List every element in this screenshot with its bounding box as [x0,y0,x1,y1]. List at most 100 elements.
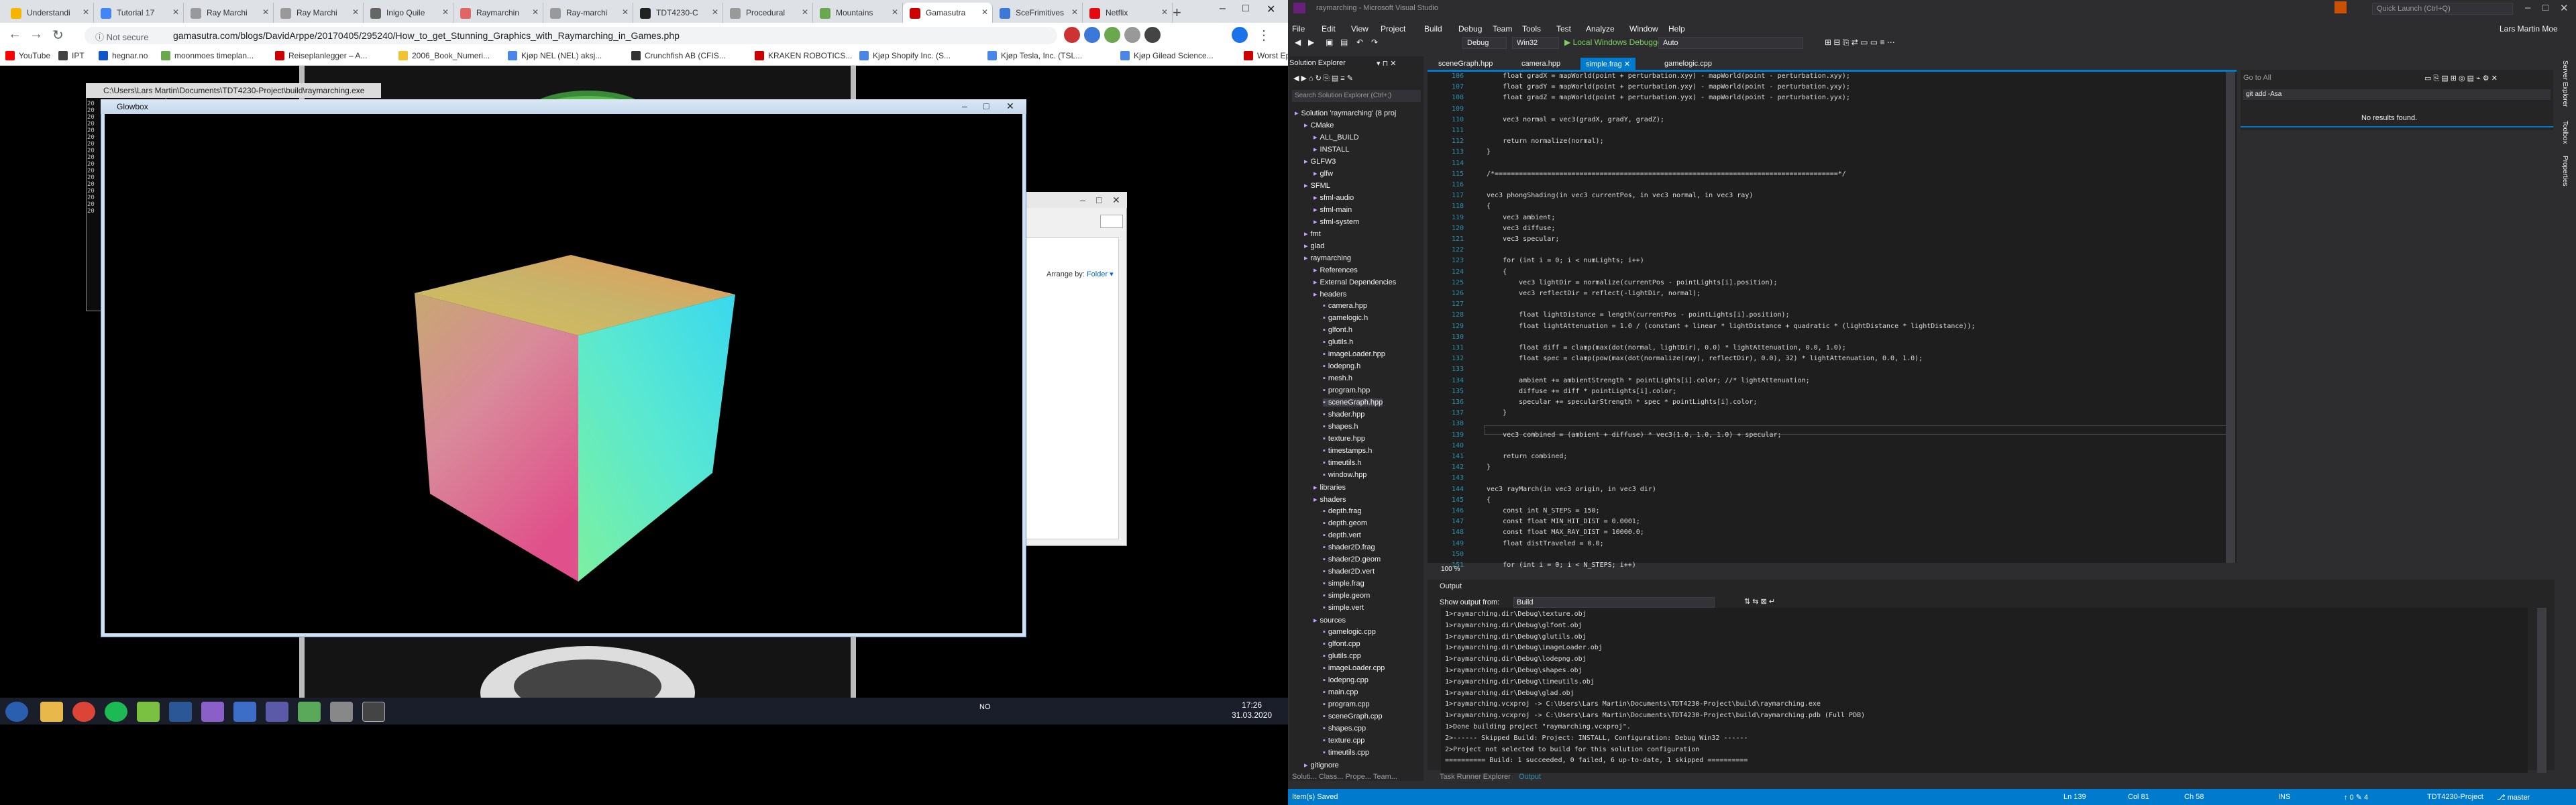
solution-item[interactable]: ▪ simple.frag [1323,580,1364,588]
solution-item[interactable]: ▪ timestamps.h [1323,447,1372,455]
editor-tab[interactable]: camera.hpp [1516,58,1566,70]
solution-item[interactable]: ▪ program.cpp [1323,700,1370,708]
solution-item[interactable]: ▪ timeutils.h [1323,459,1361,467]
browser-tab[interactable]: Understandi ✕ [4,3,94,23]
visual-studio-icon[interactable] [201,702,224,722]
close-button[interactable]: ✕ [1267,3,1275,16]
browser-tab[interactable]: Netflix ✕ [1083,3,1173,23]
reload-icon[interactable]: ↻ [52,27,64,44]
solution-item[interactable]: ▸ sfml-system [1313,217,1359,226]
solution-item[interactable]: ▸ raymarching [1304,254,1351,262]
solution-item[interactable]: ▸ glad [1304,241,1324,250]
browser-tab[interactable]: Ray-marchi ✕ [543,3,633,23]
save-icon[interactable]: ▣ [1326,38,1333,47]
solution-item[interactable]: ▪ lodepng.cpp [1323,676,1368,684]
output-source-select[interactable]: Build [1513,597,1715,608]
browser-tab[interactable]: Gamasutra ✕ [903,3,993,23]
solution-item[interactable]: ▪ mesh.h [1323,374,1352,382]
menu-build[interactable]: Build [1424,24,1442,34]
bookmark[interactable]: KRAKEN ROBOTICS... [755,51,852,60]
tab-close-icon[interactable]: ✕ [622,7,629,17]
bookmark[interactable]: IPT [58,51,85,60]
solution-item[interactable]: ▪ depth.geom [1323,519,1367,527]
browser-tab[interactable]: Tutorial 17 ✕ [94,3,184,23]
app-icon[interactable] [330,702,353,722]
solution-item[interactable]: ▸ libraries [1313,483,1346,492]
minimize-button[interactable]: – [2525,2,2530,13]
editor-tab[interactable]: simple.frag ✕ [1580,58,1636,70]
menu-view[interactable]: View [1351,24,1368,34]
close-button[interactable]: ✕ [1112,195,1120,206]
console-app-icon[interactable] [362,702,385,722]
solution-item[interactable]: ▪ main.cpp [1323,688,1358,696]
solution-item[interactable]: ▸ External Dependencies [1313,278,1396,286]
solution-item[interactable]: ▪ depth.vert [1323,531,1361,539]
configuration-select[interactable]: Debug [1462,37,1507,49]
tab-close-icon[interactable]: ✕ [1161,7,1168,17]
menu-file[interactable]: File [1292,24,1305,34]
tab-close-icon[interactable]: ✕ [712,7,718,17]
editor-scrollbar[interactable] [2226,72,2235,563]
solution-item[interactable]: ▪ shader2D.vert [1323,568,1375,576]
language-indicator[interactable]: NO [979,703,991,711]
minimize-button[interactable]: – [1220,3,1226,15]
extension-icon[interactable] [1124,27,1140,43]
minimize-button[interactable]: – [962,101,967,111]
quick-launch-input[interactable]: Quick Launch (Ctrl+Q) [2372,3,2513,15]
app-icon[interactable] [298,702,321,722]
menu-help[interactable]: Help [1668,24,1685,34]
clock[interactable]: 17:26 31.03.2020 [1232,700,1272,720]
solution-item[interactable]: ▪ simple.vert [1323,604,1364,612]
chrome-icon[interactable] [72,702,95,722]
se-toolbar-icons[interactable]: ◀ ▶ ⌂ ↻ ⎘ ▤ ≡ ✎ [1293,74,1353,83]
app-icon[interactable] [169,702,192,722]
close-button[interactable]: ✕ [1006,101,1014,112]
menu-analyze[interactable]: Analyze [1586,24,1615,34]
solution-item[interactable]: ▪ gamelogic.cpp [1323,628,1376,636]
maximize-button[interactable]: □ [1242,3,1249,15]
solution-item[interactable]: ▪ depth.frag [1323,507,1361,515]
pending-changes[interactable]: ↑ 0 ✎ 4 [2344,793,2368,802]
tab-close-icon[interactable]: ✕ [442,7,449,17]
solution-item[interactable]: ▪ imageLoader.cpp [1323,664,1385,672]
solution-item[interactable]: ▸ glfw [1313,169,1333,178]
tab-close-icon[interactable]: ✕ [1071,7,1078,17]
output-toolbar-icons[interactable]: ⇅ ⇆ ⊠ ↵ [1744,597,1775,606]
app-icon[interactable] [266,702,288,722]
undo-icon[interactable]: ↶ [1356,38,1363,47]
menu-debug[interactable]: Debug [1458,24,1482,34]
solution-item[interactable]: ▪ gamelogic.h [1323,314,1368,322]
menu-project[interactable]: Project [1381,24,1405,34]
solution-item[interactable]: ▪ shader2D.geom [1323,555,1381,564]
solution-item[interactable]: ▪ shapes.h [1323,423,1358,431]
toolbox-tab[interactable]: Toolbox [2561,121,2569,144]
solution-item[interactable]: ▸ gitignore [1304,761,1339,769]
editor-tab[interactable]: sceneGraph.hpp [1433,58,1498,70]
solution-item[interactable]: ▪ timeutils.cpp [1323,749,1369,757]
extension-icon[interactable] [1064,27,1080,43]
bookmark[interactable]: moonmoes timeplan... [161,51,254,60]
tab-close-icon[interactable]: ✕ [262,7,269,17]
solution-item[interactable]: ▪ texture.hpp [1323,435,1365,443]
solution-item[interactable]: ▪ lodepng.h [1323,362,1360,370]
not-secure-indicator[interactable]: ⓘ Not secure [95,30,148,43]
tab-close-icon[interactable]: ✕ [981,7,988,17]
solution-item[interactable]: ▪ glfont.h [1323,326,1352,334]
solution-item[interactable]: ▪ texture.cpp [1323,737,1364,745]
solution-item[interactable]: ▪ glutils.h [1323,338,1353,346]
solution-item[interactable]: ▸ shaders [1313,495,1346,504]
render-canvas[interactable] [105,114,1022,633]
glowbox-title[interactable]: Glowbox [101,99,1026,114]
back-icon[interactable]: ← [8,27,21,42]
avatar[interactable] [1232,27,1248,43]
tab-close-icon[interactable]: ✕ [532,7,539,17]
tab-close-icon[interactable]: ✕ [892,7,898,17]
go-to-filter-icons[interactable]: ▭ ⎘ ▤ ⊞ ◎ ▤ ⌁ ⚙ ✕ [2424,74,2498,83]
bookmark[interactable]: Reiseplanlegger – A... [275,51,367,60]
bookmark[interactable]: Kjøp Tesla, Inc. (TSL... [987,51,1082,60]
solution-item[interactable]: ▸ sources [1313,616,1346,625]
browser-tab[interactable]: SceFrimitives ✕ [993,3,1083,23]
maximize-button[interactable]: □ [2542,2,2548,13]
output-tab[interactable]: Output [1519,773,1541,781]
output-scrollbar[interactable] [2537,608,2546,773]
